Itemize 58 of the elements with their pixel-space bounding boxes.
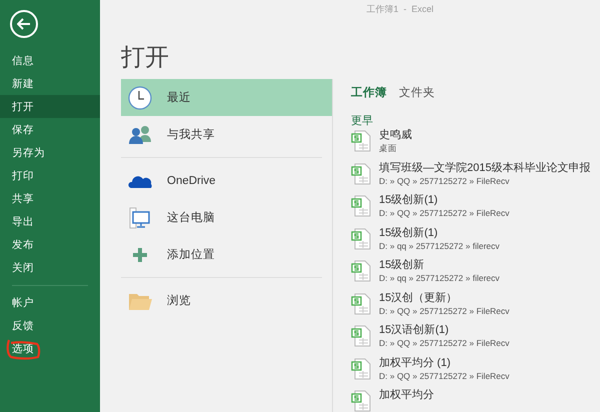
cloud-icon xyxy=(128,174,152,188)
spreadsheet-file-icon xyxy=(351,195,371,217)
spreadsheet-file-icon xyxy=(351,260,371,282)
menu-item[interactable]: 新建 xyxy=(0,72,100,95)
menu-item[interactable]: 帐户 xyxy=(0,291,100,314)
spreadsheet-file-icon xyxy=(351,390,371,412)
file-name[interactable]: 15级创新(1) xyxy=(379,226,500,240)
window-title: 工作簿1 - Excel xyxy=(365,3,434,16)
menu-item[interactable]: 发布 xyxy=(0,233,100,256)
menu-item[interactable]: 共享 xyxy=(0,187,100,210)
menu-item[interactable]: 打印 xyxy=(0,164,100,187)
people-icon xyxy=(128,124,152,144)
spreadsheet-file-icon xyxy=(351,228,371,250)
back-button[interactable] xyxy=(10,10,38,38)
location-item[interactable]: 添加位置 xyxy=(121,236,322,273)
file-path: D: » QQ » 2577125272 » FileRecv xyxy=(379,207,510,219)
location-item[interactable]: 浏览 xyxy=(121,282,322,319)
menu-item[interactable]: 关闭 xyxy=(0,256,100,279)
location-item[interactable]: 最近 xyxy=(121,79,332,116)
folder-icon xyxy=(128,292,152,310)
file-path: D: » qq » 2577125272 » filerecv xyxy=(379,272,500,284)
menu-item[interactable]: 保存 xyxy=(0,118,100,141)
file-name[interactable]: 15级创新(1) xyxy=(379,193,510,207)
location-item[interactable]: 与我共享 xyxy=(121,116,322,153)
file-path: D: » qq » 2577125272 » filerecv xyxy=(379,240,500,252)
menu-item[interactable]: 另存为 xyxy=(0,141,100,164)
page-heading: 打开 xyxy=(121,43,170,73)
menu-item[interactable]: 打开 xyxy=(0,95,100,118)
menu-item[interactable]: 导出 xyxy=(0,210,100,233)
file-path: D: » QQ » 2577125272 » FileRecv xyxy=(379,174,510,186)
back-arrow-icon xyxy=(17,18,31,30)
file-name[interactable]: 史鸣威 xyxy=(379,128,412,142)
file-path: D: » QQ » 2577125272 » FileRecv xyxy=(379,370,510,382)
computer-icon xyxy=(129,206,151,228)
spreadsheet-file-icon xyxy=(351,162,371,184)
file-path: D: » QQ » 2577125272 » FileRecv xyxy=(379,304,510,316)
location-item[interactable]: OneDrive xyxy=(121,162,322,199)
file-name[interactable]: 加权平均分 (1) xyxy=(379,356,510,370)
menu-item[interactable]: 信息 xyxy=(0,49,100,72)
file-path: D: » QQ » 2577125272 » FileRecv xyxy=(379,337,510,349)
plus-icon xyxy=(132,246,148,262)
section-heading: 更早 xyxy=(351,114,374,128)
location-item[interactable]: 这台电脑 xyxy=(121,199,322,236)
spreadsheet-file-icon xyxy=(351,325,371,347)
spreadsheet-file-icon xyxy=(351,130,371,152)
clock-icon xyxy=(128,86,152,110)
spreadsheet-file-icon xyxy=(351,358,371,380)
file-tab[interactable]: 文件夹 xyxy=(399,85,435,100)
file-name[interactable]: 加权平均分 xyxy=(379,388,434,402)
file-name[interactable]: 填写班级—文学院2015级本科毕业论文申报 xyxy=(379,160,590,174)
menu-item[interactable]: 选项 xyxy=(0,337,100,360)
file-name[interactable]: 15汉创（更新） xyxy=(379,290,510,304)
file-name[interactable]: 15级创新 xyxy=(379,258,500,272)
menu-item[interactable]: 反馈 xyxy=(0,314,100,337)
spreadsheet-file-icon xyxy=(351,292,371,314)
file-path: 桌面 xyxy=(379,142,398,154)
file-name[interactable]: 15汉语创新(1) xyxy=(379,323,510,337)
file-tab[interactable]: 工作簿 xyxy=(351,85,387,100)
